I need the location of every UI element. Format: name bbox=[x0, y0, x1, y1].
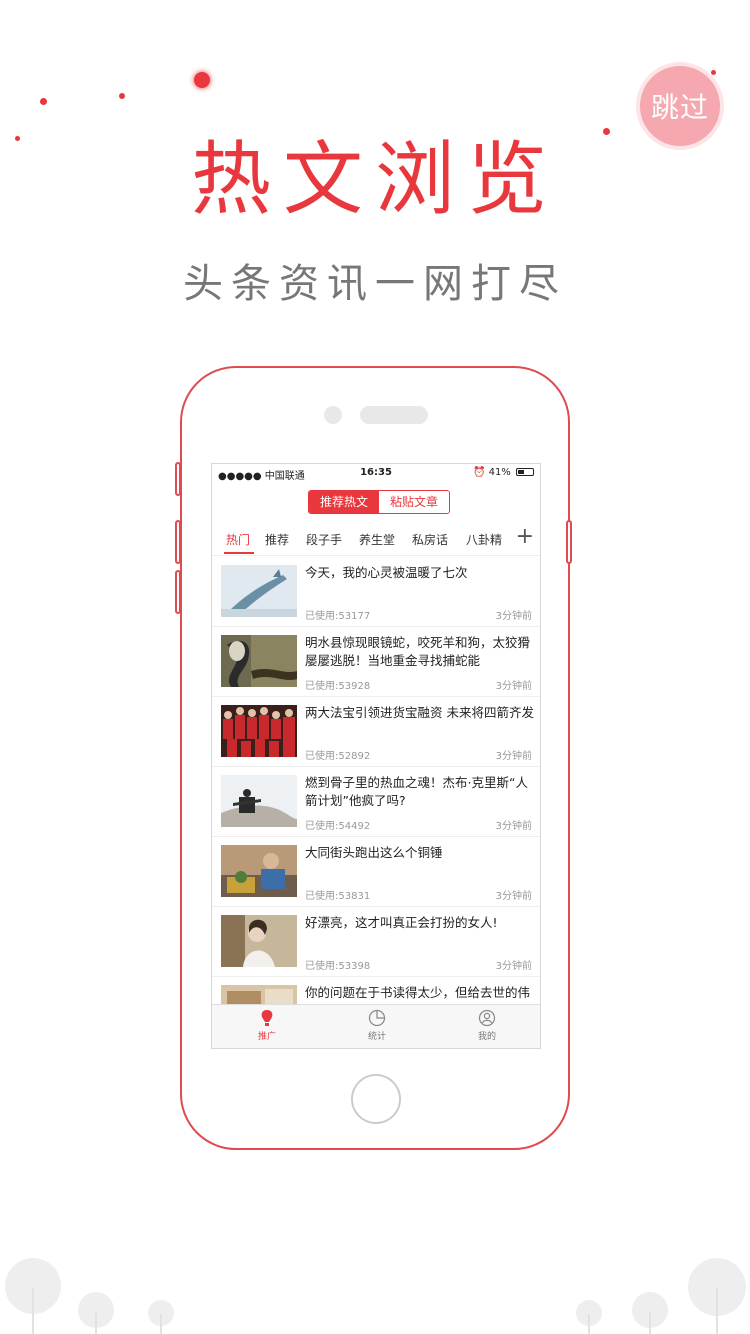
tab-recommend[interactable]: 推荐 bbox=[265, 531, 289, 548]
app-screen: ●●●●● 中国联通 16:35 ⏰ 41% 推荐热文 粘贴文章 热门 推荐 段… bbox=[211, 463, 541, 1049]
tabbar-mine[interactable]: 我的 bbox=[457, 1009, 517, 1042]
article-thumbnail bbox=[221, 985, 297, 1006]
tab-private[interactable]: 私房话 bbox=[412, 531, 448, 548]
phone-side-button bbox=[566, 520, 572, 564]
article-title: 大同街头跑出这么个铜锤 bbox=[305, 845, 443, 860]
article-thumbnail bbox=[221, 635, 297, 687]
tab-gossip[interactable]: 八卦精 bbox=[466, 531, 502, 548]
tabbar-stats[interactable]: 统计 bbox=[347, 1009, 407, 1042]
decor-dot bbox=[119, 93, 125, 99]
hero-title: 热文浏览 bbox=[191, 133, 559, 226]
article-title: 你的问题在于书读得太少，但给去世的伟表点的错结点名 bbox=[305, 985, 531, 1006]
article-title: 明水县惊现眼镜蛇，咬死羊和狗，太狡猾屡屡逃脱！当地重金寻找捕蛇能 bbox=[305, 635, 531, 668]
tab-jokes[interactable]: 段子手 bbox=[306, 531, 342, 548]
list-item[interactable]: 好漂亮，这才叫真正会打扮的女人! 已使用:53398 3分钟前 bbox=[212, 907, 540, 977]
battery-percent: 41% bbox=[488, 467, 511, 478]
tab-health[interactable]: 养生堂 bbox=[359, 531, 395, 548]
segment-control: 推荐热文 粘贴文章 bbox=[308, 490, 450, 514]
phone-home-button bbox=[351, 1074, 401, 1124]
phone-side-button bbox=[175, 520, 181, 564]
battery-status: ⏰ 41% bbox=[473, 467, 534, 478]
bottom-tab-bar: 推广 统计 我的 bbox=[212, 1004, 540, 1048]
tab-hot[interactable]: 热门 bbox=[226, 531, 250, 548]
article-time: 3分钟前 bbox=[495, 891, 532, 902]
phone-side-button bbox=[175, 570, 181, 614]
article-time: 3分钟前 bbox=[495, 611, 532, 622]
list-item[interactable]: 你的问题在于书读得太少，但给去世的伟表点的错结点名 bbox=[212, 977, 540, 1006]
alarm-icon: ⏰ bbox=[472, 467, 486, 478]
article-usage: 已使用:52892 bbox=[305, 751, 371, 762]
lightbulb-icon bbox=[258, 1009, 276, 1027]
tab-indicator bbox=[224, 552, 254, 554]
article-time: 3分钟前 bbox=[495, 751, 532, 762]
phone-camera bbox=[324, 406, 342, 424]
tabbar-label: 我的 bbox=[477, 1032, 496, 1042]
list-item[interactable]: 今天，我的心灵被温暖了七次 已使用:53177 3分钟前 bbox=[212, 557, 540, 627]
article-usage: 已使用:53177 bbox=[305, 611, 371, 622]
hero-subtitle: 头条资讯一网打尽 bbox=[183, 261, 567, 307]
list-item[interactable]: 大同街头跑出这么个铜锤 已使用:53831 3分钟前 bbox=[212, 837, 540, 907]
pie-chart-icon bbox=[368, 1009, 386, 1027]
segment-recommended[interactable]: 推荐热文 bbox=[309, 491, 379, 513]
article-time: 3分钟前 bbox=[495, 681, 532, 692]
tabbar-promote[interactable]: 推广 bbox=[237, 1009, 297, 1042]
article-title: 好漂亮，这才叫真正会打扮的女人! bbox=[305, 915, 498, 930]
article-usage: 已使用:54492 bbox=[305, 821, 371, 832]
article-title: 燃到骨子里的热血之魂！杰布·克里斯“人箭计划”他疯了吗? bbox=[305, 775, 528, 808]
article-thumbnail bbox=[221, 565, 297, 617]
article-time: 3分钟前 bbox=[495, 821, 532, 832]
article-title: 今天，我的心灵被温暖了七次 bbox=[305, 565, 468, 580]
phone-side-button bbox=[175, 462, 181, 496]
article-list: 今天，我的心灵被温暖了七次 已使用:53177 3分钟前 明水县惊现眼镜蛇，咬死… bbox=[212, 557, 540, 1006]
tabbar-label: 统计 bbox=[367, 1032, 386, 1042]
status-bar: ●●●●● 中国联通 16:35 ⏰ 41% bbox=[212, 464, 540, 482]
add-tab-icon[interactable]: + bbox=[516, 525, 534, 549]
article-title: 两大法宝引领进货宝融资 未来将四箭齐发 bbox=[305, 705, 534, 720]
battery-icon bbox=[516, 468, 534, 476]
phone-speaker bbox=[360, 406, 428, 424]
segment-paste[interactable]: 粘贴文章 bbox=[379, 491, 449, 513]
article-usage: 已使用:53831 bbox=[305, 891, 371, 902]
article-thumbnail bbox=[221, 915, 297, 967]
article-time: 3分钟前 bbox=[495, 961, 532, 972]
list-item[interactable]: 明水县惊现眼镜蛇，咬死羊和狗，太狡猾屡屡逃脱！当地重金寻找捕蛇能 已使用:539… bbox=[212, 627, 540, 697]
list-item[interactable]: 两大法宝引领进货宝融资 未来将四箭齐发 已使用:52892 3分钟前 bbox=[212, 697, 540, 767]
decor-dot bbox=[711, 70, 716, 75]
user-icon bbox=[478, 1009, 496, 1027]
list-item[interactable]: 燃到骨子里的热血之魂！杰布·克里斯“人箭计划”他疯了吗? 已使用:54492 3… bbox=[212, 767, 540, 837]
decor-dot bbox=[194, 72, 210, 88]
decor-dot bbox=[40, 98, 47, 105]
article-thumbnail bbox=[221, 775, 297, 827]
article-thumbnail bbox=[221, 705, 297, 757]
article-usage: 已使用:53928 bbox=[305, 681, 371, 692]
article-usage: 已使用:53398 bbox=[305, 961, 371, 972]
tabbar-label: 推广 bbox=[257, 1032, 276, 1042]
category-tabs: 热门 推荐 段子手 养生堂 私房话 八卦精 + bbox=[212, 522, 540, 556]
article-thumbnail bbox=[221, 845, 297, 897]
